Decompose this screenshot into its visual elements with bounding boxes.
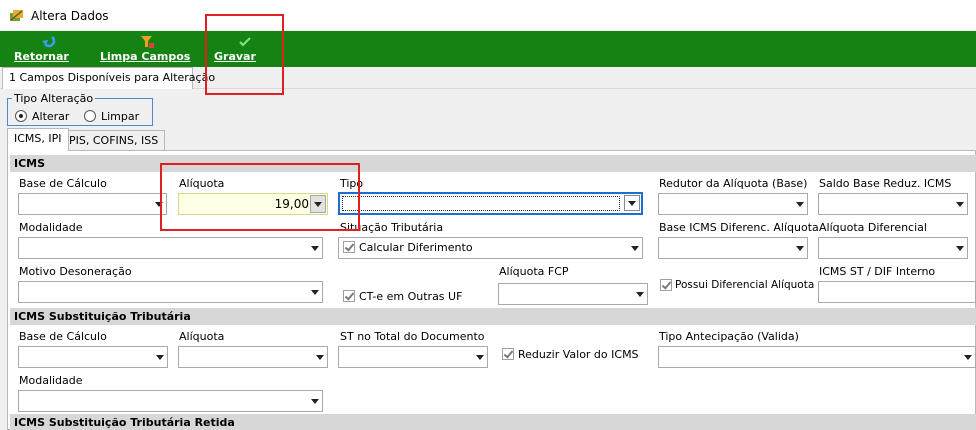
icms-tipo-select[interactable] <box>338 192 643 215</box>
chevron-down-icon <box>796 202 804 207</box>
calcular-diferimento-checkbox[interactable] <box>343 241 355 253</box>
st-base-calculo-label: Base de Cálculo <box>19 330 107 343</box>
icms-aliquota-fcp-label: Alíquota FCP <box>499 265 569 278</box>
st-aliquota-select[interactable] <box>178 346 328 368</box>
icms-base-calculo-label: Base de Cálculo <box>19 177 107 190</box>
radio-limpar-label: Limpar <box>101 110 140 123</box>
tipo-dropdown-button[interactable] <box>624 195 640 211</box>
chevron-down-icon <box>311 399 319 404</box>
chevron-down-icon <box>476 355 484 360</box>
back-arrow-icon <box>42 36 56 48</box>
eraser-icon <box>141 36 154 48</box>
icms-aliquota-input[interactable]: 19,00 <box>178 193 328 215</box>
retornar-button[interactable]: Retornar <box>14 31 84 67</box>
icms-aliquota-diferencial-select[interactable] <box>818 237 968 259</box>
reduzir-valor-label: Reduzir Valor do ICMS <box>518 348 639 361</box>
window-titlebar <box>0 0 976 30</box>
icms-aliquota-value: 19,00 <box>274 197 309 211</box>
chevron-down-icon <box>155 202 163 207</box>
st-aliquota-label: Alíquota <box>179 330 225 343</box>
chevron-down-icon <box>956 202 964 207</box>
chevron-down-icon <box>316 355 324 360</box>
chevron-down-icon <box>631 246 639 251</box>
chevron-down-icon <box>314 202 322 207</box>
icms-base-diferenc-select[interactable] <box>658 237 808 259</box>
icms-aliquota-fcp-select[interactable] <box>498 283 648 305</box>
st-total-label: ST no Total do Documento <box>340 330 485 343</box>
chevron-down-icon <box>311 246 319 251</box>
st-modalidade-label: Modalidade <box>19 374 83 387</box>
possui-diferencial-label: Possui Diferencial Alíquota <box>675 279 815 291</box>
icms-st-dif-input[interactable] <box>818 281 976 303</box>
calcular-diferimento-label: Calcular Diferimento <box>359 241 473 254</box>
section-header-icms: ICMS <box>10 155 976 172</box>
tipo-alteracao-legend: Tipo Alteração <box>12 92 96 105</box>
icms-modalidade-label: Modalidade <box>19 221 83 234</box>
icms-redutor-select[interactable] <box>658 193 808 215</box>
icms-aliquota-label: Alíquota <box>179 177 225 190</box>
tab-icms-ipi[interactable]: ICMS, IPI <box>7 128 69 151</box>
icms-modalidade-select[interactable] <box>18 237 323 259</box>
gravar-button[interactable]: Gravar <box>214 31 276 67</box>
cte-outras-uf-label: CT-e em Outras UF <box>359 290 463 303</box>
possui-diferencial-checkbox[interactable] <box>660 279 672 291</box>
chevron-down-icon <box>628 201 636 206</box>
window-title: Altera Dados <box>31 9 109 23</box>
retornar-label: Retornar <box>14 50 69 63</box>
tab-pis-cofins-iss[interactable]: PIS, COFINS, ISS <box>62 130 166 150</box>
chevron-down-icon <box>636 292 644 297</box>
limpa-campos-button[interactable]: Limpa Campos <box>100 31 194 67</box>
tab-campos-disponiveis[interactable]: 1 Campos Disponíveis para Alteração <box>2 67 215 89</box>
st-base-calculo-select[interactable] <box>18 346 168 368</box>
tipo-antecipacao-label: Tipo Antecipação (Valida) <box>659 330 799 343</box>
icms-tipo-label: Tipo <box>340 177 364 190</box>
limpa-campos-label: Limpa Campos <box>100 50 191 63</box>
chevron-down-icon <box>311 290 319 295</box>
icms-st-dif-label: ICMS ST / DIF Interno <box>819 265 936 278</box>
icms-aliquota-diferencial-label: Alíquota Diferencial <box>819 221 927 234</box>
aliquota-dropdown-button[interactable] <box>310 195 326 213</box>
icms-base-diferenc-label: Base ICMS Diferenc. Alíquota <box>659 221 819 234</box>
radio-alterar-label: Alterar <box>32 110 70 123</box>
gravar-label: Gravar <box>214 50 256 63</box>
radio-limpar[interactable] <box>84 110 96 122</box>
chevron-down-icon <box>956 246 964 251</box>
checkmark-icon <box>239 37 251 47</box>
icms-saldo-base-label: Saldo Base Reduz. ICMS <box>819 177 952 190</box>
chevron-down-icon <box>156 355 164 360</box>
radio-alterar[interactable] <box>15 110 27 122</box>
icms-saldo-base-select[interactable] <box>818 193 968 215</box>
chevron-down-icon <box>796 246 804 251</box>
section-header-icms-st: ICMS Substituição Tributária <box>10 308 976 325</box>
st-modalidade-select[interactable] <box>18 390 323 412</box>
reduzir-valor-checkbox[interactable] <box>502 348 514 360</box>
cte-outras-uf-checkbox[interactable] <box>343 290 355 302</box>
app-icon <box>10 10 23 21</box>
icms-redutor-label: Redutor da Alíquota (Base) <box>659 177 808 190</box>
chevron-down-icon <box>964 355 972 360</box>
focus-rectangle <box>342 196 620 211</box>
st-total-select[interactable] <box>338 346 488 368</box>
icms-motivo-select[interactable] <box>18 281 323 303</box>
tipo-antecipacao-select[interactable] <box>658 346 976 368</box>
section-header-icms-st-retida: ICMS Substituição Tributária Retida <box>10 414 976 430</box>
toolbar: Retornar Limpa Campos Gravar <box>0 31 976 67</box>
icms-situacao-label: Situação Tributária <box>340 221 444 234</box>
icms-base-calculo-select[interactable] <box>18 193 167 215</box>
icms-motivo-label: Motivo Desoneração <box>19 265 132 278</box>
